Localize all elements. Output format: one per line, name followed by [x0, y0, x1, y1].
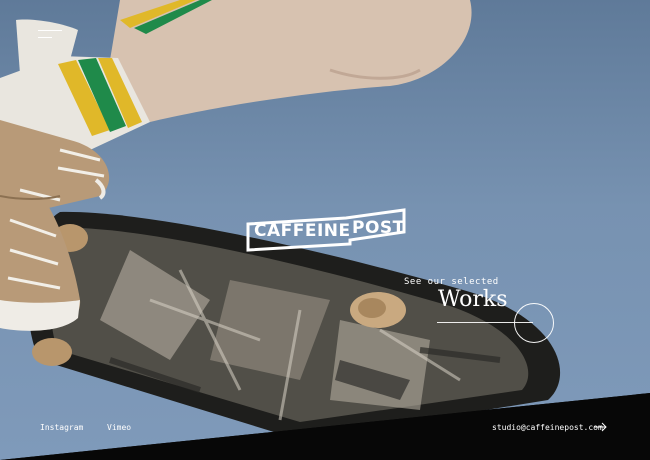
logo-word-post: POST: [352, 218, 405, 238]
logo-word-caffeine: CAFFEINE: [254, 221, 351, 241]
arrow-right-icon[interactable]: [594, 422, 608, 432]
caffeine-post-logo[interactable]: CAFFEINE POST: [246, 208, 406, 252]
email-link[interactable]: studio@caffeinepost.com: [492, 423, 603, 432]
instagram-link[interactable]: Instagram: [40, 423, 83, 432]
works-link[interactable]: [437, 302, 557, 344]
skater-leg: [0, 0, 472, 150]
vimeo-link[interactable]: Vimeo: [107, 423, 131, 432]
hamburger-menu-icon-line: [38, 37, 52, 38]
hero-stage: CAFFEINE POST See our selected Works Ins…: [0, 0, 650, 460]
works-kicker: See our selected: [404, 277, 499, 287]
hamburger-menu-icon: [38, 30, 62, 31]
circle-arrow-icon: [514, 303, 554, 343]
menu-toggle-button[interactable]: [38, 28, 64, 42]
